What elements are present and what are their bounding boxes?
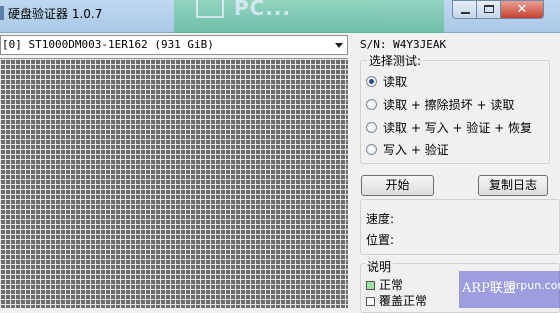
maximize-button[interactable] bbox=[476, 0, 501, 19]
legend-item-normal: 正常 bbox=[366, 276, 403, 293]
test-option-write-verify[interactable]: 写入 + 验证 bbox=[366, 140, 449, 158]
speed-label: 速度: bbox=[366, 212, 395, 226]
copy-log-button[interactable]: 复制日志 bbox=[478, 175, 548, 196]
legend-item-label: 正常 bbox=[379, 278, 404, 292]
app-icon bbox=[0, 6, 4, 20]
watermark-url: arpun.com bbox=[509, 279, 560, 292]
radio-selected-icon[interactable] bbox=[366, 75, 377, 87]
radio-icon[interactable] bbox=[366, 143, 377, 155]
test-option-read[interactable]: 读取 bbox=[366, 72, 407, 90]
background-banner-text: PC... bbox=[234, 0, 292, 20]
watermark: ARP联盟 arpun.com bbox=[459, 271, 560, 308]
legend-swatch bbox=[366, 281, 375, 290]
test-option-read-write-verify-restore[interactable]: 读取 + 写入 + 验证 + 恢复 bbox=[366, 118, 532, 136]
sector-map bbox=[0, 58, 348, 308]
radio-icon[interactable] bbox=[366, 121, 377, 133]
test-option-label: 读取 + 写入 + 验证 + 恢复 bbox=[383, 120, 533, 135]
minimize-button[interactable] bbox=[452, 0, 477, 19]
minimize-icon bbox=[461, 12, 470, 14]
test-option-read-erase-read[interactable]: 读取 + 擦除损坏 + 读取 bbox=[366, 95, 514, 113]
drive-select[interactable]: [0] ST1000DM003-1ER162 (931 GiB) bbox=[0, 35, 348, 55]
drive-select-value: [0] ST1000DM003-1ER162 (931 GiB) bbox=[2, 38, 214, 51]
position-label: 位置: bbox=[366, 233, 395, 247]
test-option-label: 读取 bbox=[383, 74, 408, 89]
legend-title: 说明 bbox=[365, 258, 394, 275]
radio-icon[interactable] bbox=[366, 98, 377, 110]
legend-item-overwrite-normal: 覆盖正常 bbox=[366, 292, 427, 309]
close-icon: ✕ bbox=[516, 2, 528, 17]
start-button[interactable]: 开始 bbox=[361, 175, 434, 196]
test-option-label: 写入 + 验证 bbox=[383, 142, 449, 157]
test-group-title: 选择测试: bbox=[367, 52, 424, 69]
serial-number: S/N: W4Y3JEAK bbox=[360, 38, 447, 51]
test-option-label: 读取 + 擦除损坏 + 读取 bbox=[383, 97, 515, 112]
window-title: 硬盘验证器 1.0.7 bbox=[8, 7, 103, 21]
maximize-icon bbox=[484, 5, 494, 13]
close-button[interactable]: ✕ bbox=[500, 0, 544, 19]
chevron-down-icon[interactable] bbox=[335, 43, 343, 48]
watermark-brand: ARP联盟 bbox=[462, 281, 516, 296]
legend-swatch bbox=[366, 297, 375, 306]
title-bar: 硬盘验证器 1.0.7 PC... ✕ bbox=[0, 0, 560, 33]
download-icon bbox=[196, 0, 224, 18]
legend-item-label: 覆盖正常 bbox=[379, 294, 428, 308]
background-banner: PC... bbox=[174, 0, 444, 33]
